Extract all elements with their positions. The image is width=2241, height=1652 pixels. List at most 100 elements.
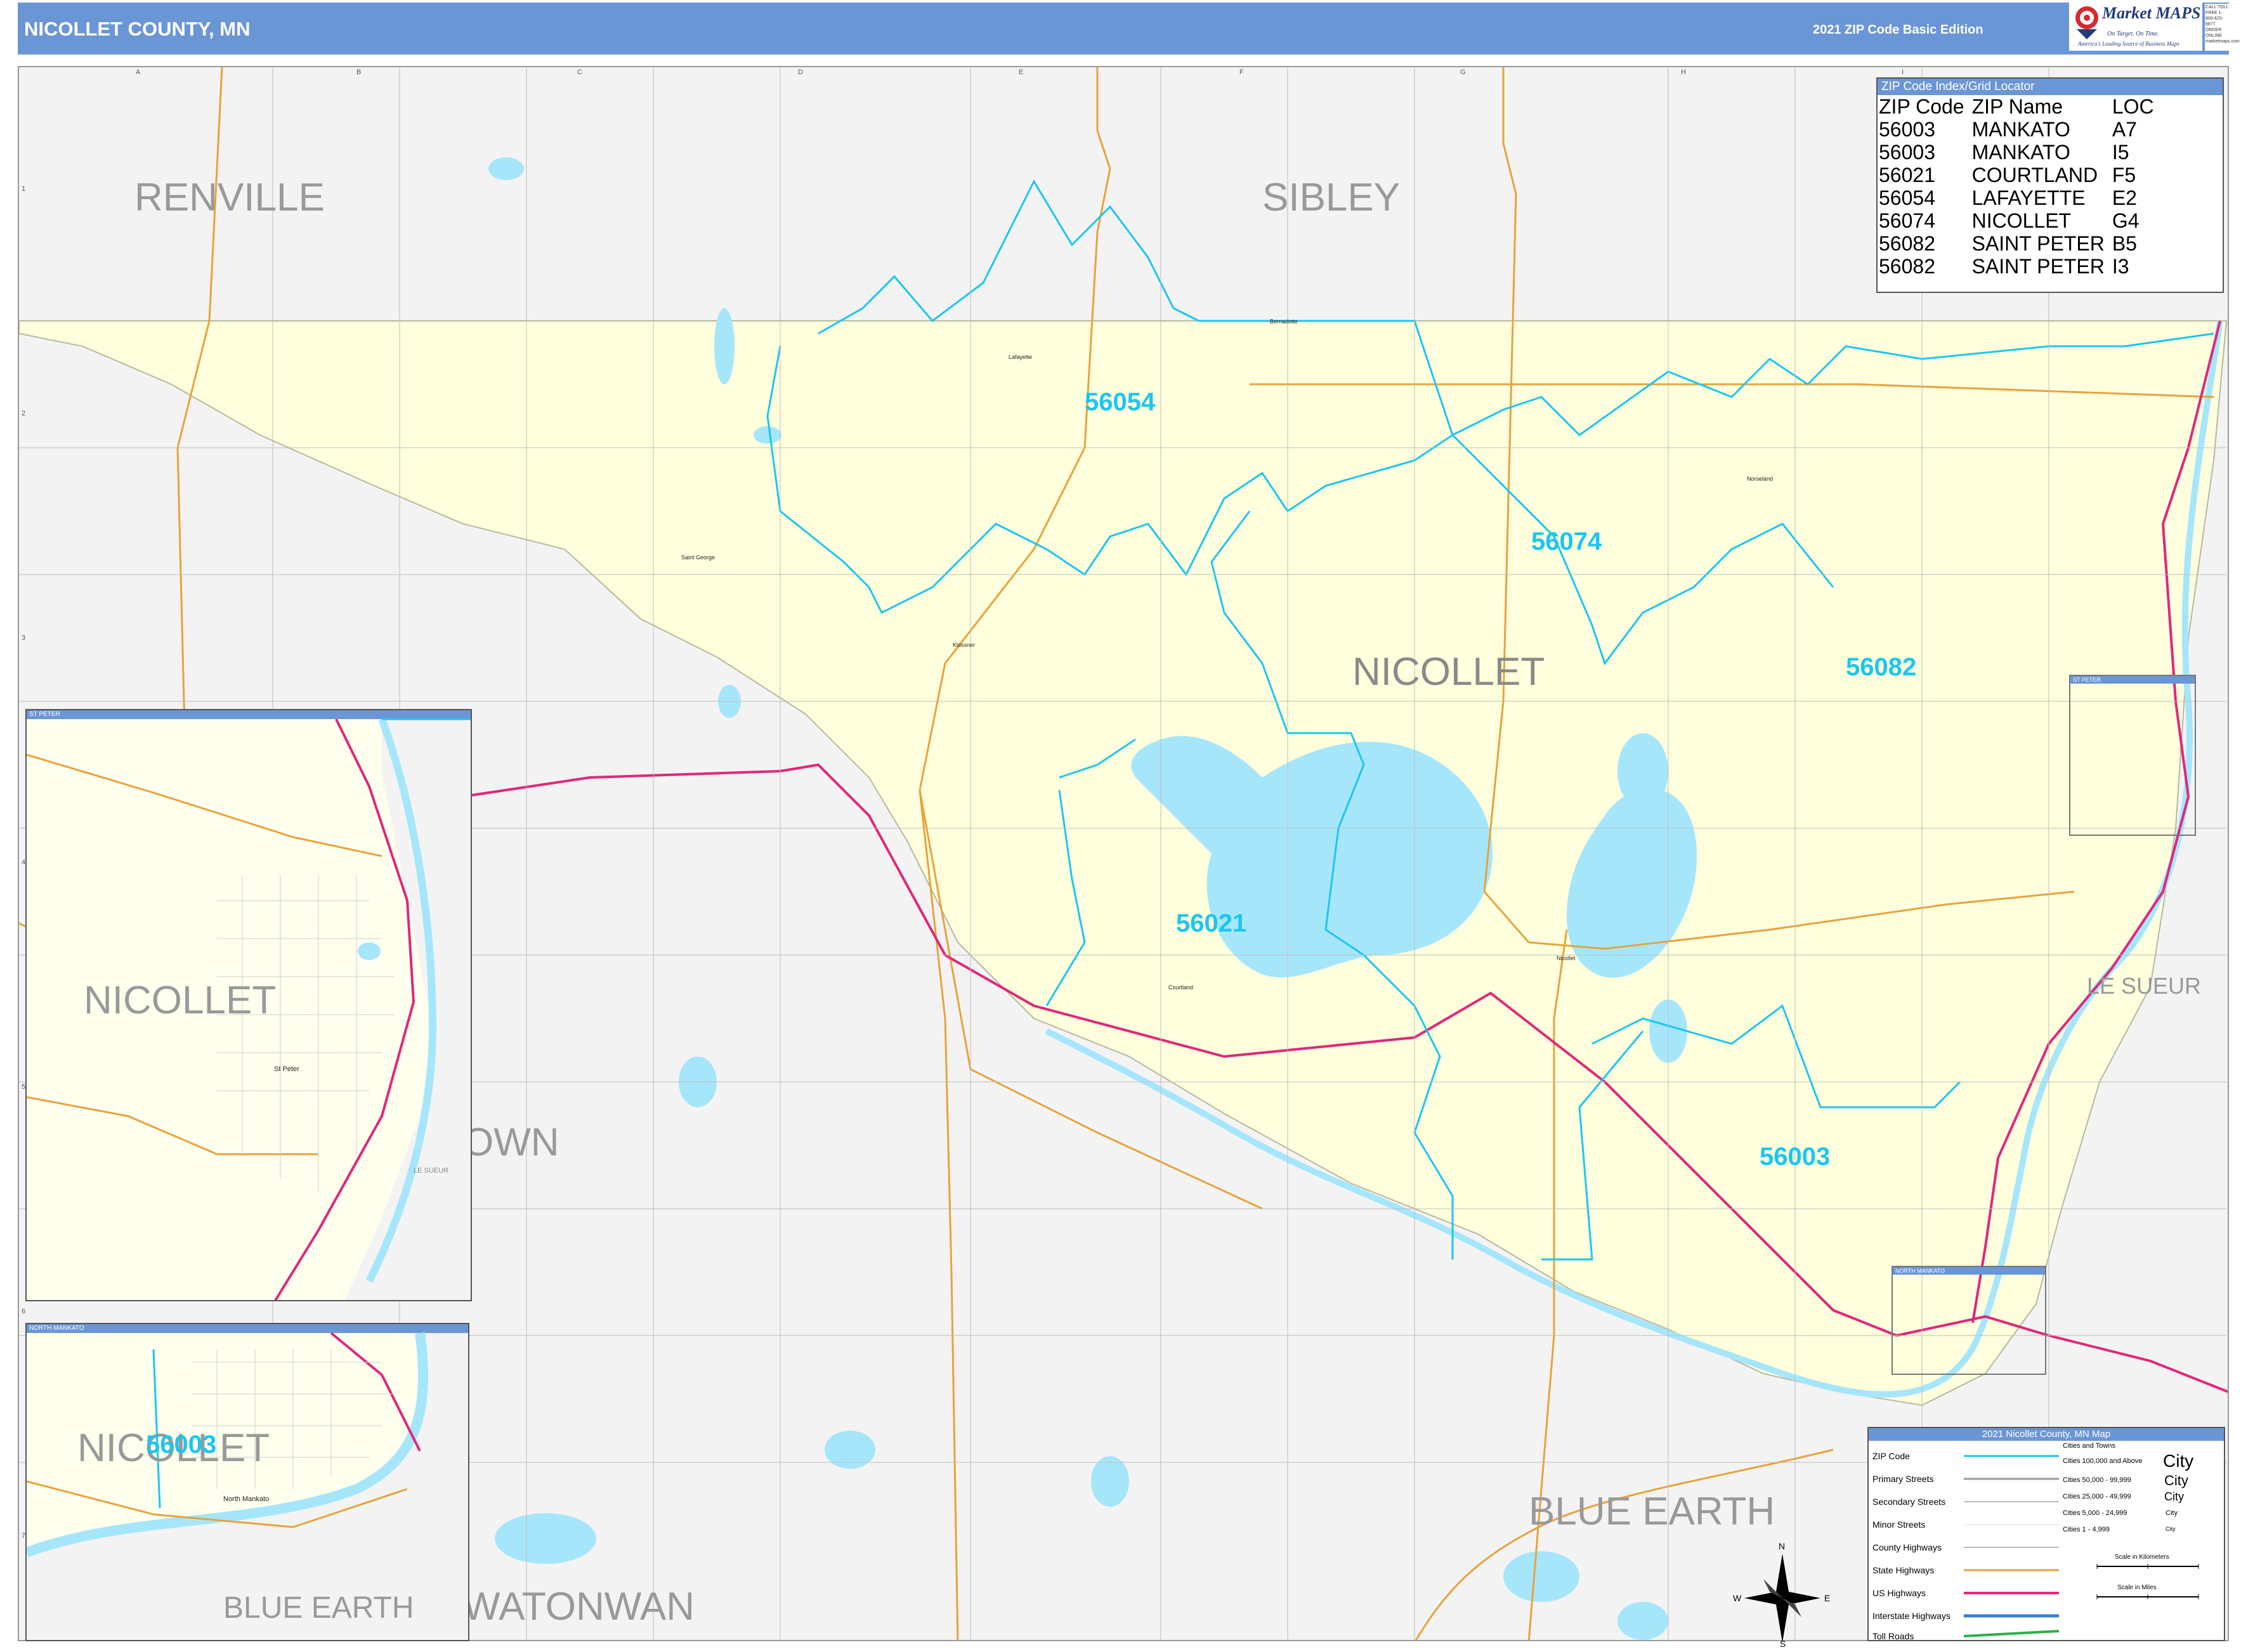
zip-cell: 56074 [1879,209,1935,232]
county-sibley: SIBLEY [1262,176,1401,219]
zip-name-cell: NICOLLET [1971,209,2072,232]
grid-col-e: E [1019,68,1024,76]
inset-st-peter[interactable]: ST PETER NICOLLET St Peter LE SUEUR [25,709,472,1301]
loc-cell: E2 [2112,186,2137,209]
table-row: 56082 SAINT PETER B5 [1879,232,2162,255]
inset-st-peter-county: NICOLLET [84,979,277,1022]
scale-bar-km [2096,1564,2199,1569]
zip-name-cell: LAFAYETTE [1971,186,2086,209]
legend-us-highways: US Highways [1872,1588,1926,1598]
loc-cell: F5 [2112,164,2136,186]
zip-cell: 56003 [1879,141,1935,164]
zip-56003: 56003 [1760,1143,1831,1171]
grid-row-1: 1 [22,185,26,193]
loc-cell: A7 [2112,118,2137,141]
loc-cell: I3 [2112,255,2129,278]
compass-rose: N S W E [1733,1541,1831,1649]
zip-cell: 56054 [1879,186,1935,209]
zip-56021: 56021 [1176,909,1247,937]
locator-box-north-mankato[interactable]: NORTH MANKATO [1891,1266,2046,1375]
locator-box-st-peter[interactable]: ST PETER [2069,675,2196,836]
legend-city-tier-5: Cities 1 - 4,999 [2063,1526,2110,1533]
lake-5 [1091,1456,1129,1507]
legend-city-tier-3: Cities 25,000 - 49,999 [2063,1493,2131,1500]
inset-north-mankato-blue-earth: BLUE EARTH [223,1591,414,1625]
legend-county-highways: County Highways [1872,1542,1942,1552]
zip-index-panel: ZIP Code Index/Grid Locator ZIP Code ZIP… [1876,77,2224,293]
legend-city-tier-2: Cities 50,000 - 99,999 [2063,1476,2131,1484]
compass-n: N [1779,1541,1786,1551]
zip-index-table: ZIP Code ZIP Name LOC 56003 MANKATO A7 5… [1879,95,2162,278]
map-legend: 2021 Nicollet County, MN Map ZIP Code Pr… [1867,1427,2225,1641]
grid-col-c: C [577,68,582,76]
st-peter-street-grid [217,875,395,1192]
inset-st-peter-town: St Peter [274,1065,299,1073]
zip-cell: 56082 [1879,232,1935,255]
town-bernadotte: Bernadotte [1270,318,1298,325]
title-bar: NICOLLET COUNTY, MN 2021 ZIP Code Basic … [18,3,2229,55]
table-row: 56021 COURTLAND F5 [1879,164,2162,186]
zip-index-col-zip: ZIP Code [1879,95,1964,118]
county-watonwan: WATONWAN [463,1585,695,1629]
zip-index-header-row: ZIP Code ZIP Name LOC [1879,95,2162,118]
loc-cell: I5 [2112,141,2129,164]
grid-col-h: H [1681,68,1686,76]
zip-index-col-loc: LOC [2112,95,2154,118]
town-courtland: Courtland [1168,984,1194,991]
zip-index-col-name: ZIP Name [1971,95,2063,118]
table-row: 56074 NICOLLET G4 [1879,209,2162,232]
loc-cell: B5 [2112,232,2137,255]
town-norseland: Norseland [1747,476,1774,482]
grid-col-a: A [136,68,141,76]
compass-s: S [1780,1639,1786,1649]
edition-label: 2021 ZIP Code Basic Edition [1813,23,1983,37]
grid-row-6: 6 [22,1308,26,1315]
legend-cities-title: Cities and Towns [2063,1442,2115,1450]
zip-cell: 56082 [1879,255,1935,278]
north-mankato-us-highway [330,1332,421,1452]
grid-col-i: I [1902,68,1904,76]
lake-1 [754,426,781,444]
lake-north [714,308,735,384]
zip-name-cell: MANKATO [1971,118,2070,141]
st-peter-lake [358,942,381,960]
county-blue-earth: BLUE EARTH [1529,1490,1775,1533]
zip-cell: 56021 [1879,164,1935,186]
legend-interstate-highways: Interstate Highways [1872,1611,1950,1621]
target-icon [2075,6,2098,39]
county-le-sueur: LE SUEUR [2087,973,2202,999]
lake-east-2 [1617,733,1668,809]
legend-city-sample-3: City [2164,1490,2184,1503]
zip-56054: 56054 [1085,388,1156,416]
legend-toll-roads: Toll Roads [1872,1631,1914,1641]
inset-north-mankato-zip: 56003 [146,1431,217,1459]
lake-8 [495,1513,596,1564]
legend-city-sample-2: City [2164,1473,2188,1488]
town-klossner: Klossner [953,642,976,648]
zip-56082: 56082 [1846,653,1917,681]
st-peter-state-highway-1 [27,753,382,857]
legend-city-sample-1: City [2163,1451,2194,1471]
brand-name: Market MAPS [2102,4,2201,22]
brand-tagline: On Target. On Time. [2107,30,2159,37]
zip-index-title: ZIP Code Index/Grid Locator [1878,79,2223,95]
grid-row-3: 3 [22,634,26,642]
market-maps-logo[interactable]: Market MAPS On Target. On Time. America'… [2069,1,2202,51]
town-saint-george: Saint George [681,554,715,561]
county-renville: RENVILLE [134,176,325,219]
zip-cell: 56003 [1879,118,1935,141]
table-row: 56082 SAINT PETER I3 [1879,255,2162,278]
zip-name-cell: MANKATO [1971,141,2070,164]
compass-e: E [1824,1593,1831,1603]
legend-zip-code: ZIP Code [1872,1451,1910,1461]
lake-7 [1617,1602,1668,1640]
legend-state-highways: State Highways [1872,1565,1935,1575]
grid-col-g: G [1460,68,1466,76]
grid-col-d: D [798,68,803,76]
legend-city-tier-4: Cities 5,000 - 24,999 [2063,1509,2127,1517]
compass-w: W [1733,1593,1742,1603]
zip-name-cell: SAINT PETER [1971,232,2105,255]
grid-col-b: B [356,68,362,76]
table-row: 56003 MANKATO A7 [1879,118,2162,141]
inset-north-mankato[interactable]: NORTH MANKATO NICOLLET 56003 North Manka… [25,1323,469,1641]
